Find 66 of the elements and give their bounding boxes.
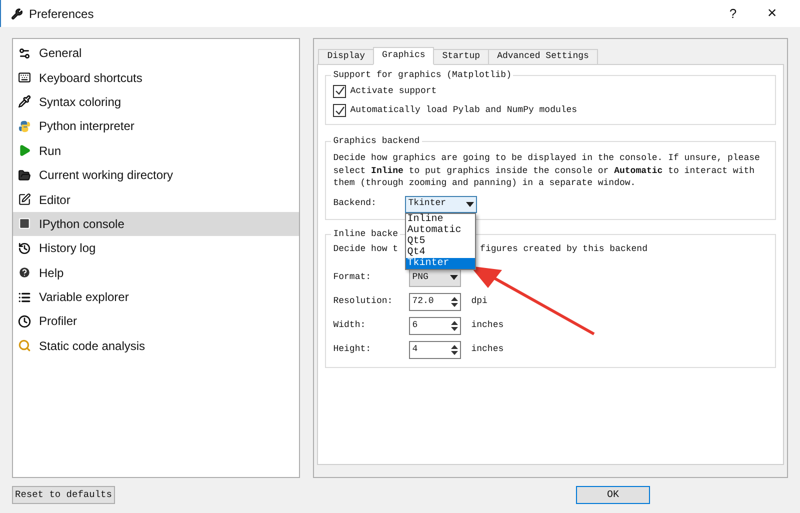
dropper-icon xyxy=(18,95,31,108)
spin-arrows-icon xyxy=(450,320,460,332)
tab[interactable]: Display xyxy=(318,49,374,65)
edit-icon xyxy=(18,193,31,206)
checkbox[interactable] xyxy=(333,84,346,98)
sidebar-item[interactable]: Editor xyxy=(13,187,300,212)
sidebar-item[interactable]: Variable explorer xyxy=(13,284,300,310)
tab[interactable]: Advanced Settings xyxy=(488,49,598,65)
spin-arrows-icon xyxy=(450,344,460,356)
python-icon xyxy=(18,120,31,133)
console-icon xyxy=(18,217,31,230)
checkbox-label: Activate support xyxy=(350,84,437,98)
clock-icon xyxy=(18,314,31,328)
sidebar-item[interactable]: Keyboard shortcuts xyxy=(13,65,300,90)
description-text: Decide how t xyxy=(333,243,398,256)
list-icon xyxy=(18,290,31,304)
description-text: figures created by this backend xyxy=(480,243,648,256)
magnifier-icon xyxy=(18,339,31,352)
sidebar-item[interactable]: Run xyxy=(13,138,300,163)
caret-icon xyxy=(466,202,474,206)
dropdown-option[interactable]: Qt5 xyxy=(406,236,476,246)
spin-field[interactable]: 6 xyxy=(409,316,462,334)
ok-button[interactable]: OK xyxy=(576,486,650,504)
help-button[interactable]: ? xyxy=(718,4,748,24)
backend-combo[interactable]: Tkinter xyxy=(405,196,478,212)
field-label: Height: xyxy=(333,342,372,356)
close-button[interactable]: × xyxy=(754,2,790,26)
help-icon xyxy=(18,266,31,280)
dropdown-option[interactable]: Tkinter xyxy=(406,258,476,268)
tab[interactable]: Graphics xyxy=(373,47,434,65)
caret-icon xyxy=(450,275,458,280)
reset-button[interactable]: Reset to defaults xyxy=(12,486,115,504)
unit-label: inches xyxy=(471,342,504,356)
sidebar-item[interactable]: IPython console xyxy=(13,212,300,236)
backend-label: Backend: xyxy=(333,197,378,210)
unit-label: dpi xyxy=(471,294,488,308)
field-label: Width: xyxy=(333,318,367,332)
sidebar-item[interactable]: Profiler xyxy=(13,309,300,334)
wrench-icon xyxy=(11,8,23,20)
sidebar-item[interactable]: Syntax coloring xyxy=(13,90,300,114)
unit-label: inches xyxy=(471,318,504,332)
dropdown-option[interactable]: Qt4 xyxy=(406,246,476,258)
folder-icon xyxy=(18,168,31,182)
group-title: Inline backe xyxy=(332,228,400,240)
spin-field[interactable]: 72.0 xyxy=(409,292,462,310)
sidebar-item[interactable]: History log xyxy=(13,236,300,261)
sidebar-item[interactable]: General xyxy=(13,41,300,66)
keyboard-icon xyxy=(18,71,31,84)
checkbox[interactable] xyxy=(333,104,346,118)
sidebar-item[interactable]: Python interpreter xyxy=(13,114,300,139)
sidebar-item[interactable]: Help xyxy=(13,260,300,285)
history-icon xyxy=(18,242,31,255)
dropdown-option[interactable]: Inline xyxy=(406,214,476,224)
description-text: Decide how graphics are going to be displayed in the console. If unsure, please select Inline to put graphics inside the console or Automatic to interact with them (through zooming and panning) in a separate window. xyxy=(333,152,761,190)
sidebar-item[interactable]: Static code analysis xyxy=(13,334,300,358)
window-title: Preferences xyxy=(29,6,94,22)
spin-arrows-icon xyxy=(450,296,460,308)
group-title: Graphics backend xyxy=(332,134,421,148)
dropdown-option[interactable]: Automatic xyxy=(406,224,476,236)
play-icon xyxy=(18,144,31,158)
sidebar-item[interactable]: Current working directory xyxy=(13,162,300,188)
spin-field[interactable]: 4 xyxy=(409,340,462,358)
checkbox-label: Automatically load Pylab and NumPy modules xyxy=(350,104,578,117)
group-title: Support for graphics (Matplotlib) xyxy=(332,69,512,82)
field-label: Resolution: xyxy=(333,294,394,308)
field-label: Format: xyxy=(333,270,372,284)
